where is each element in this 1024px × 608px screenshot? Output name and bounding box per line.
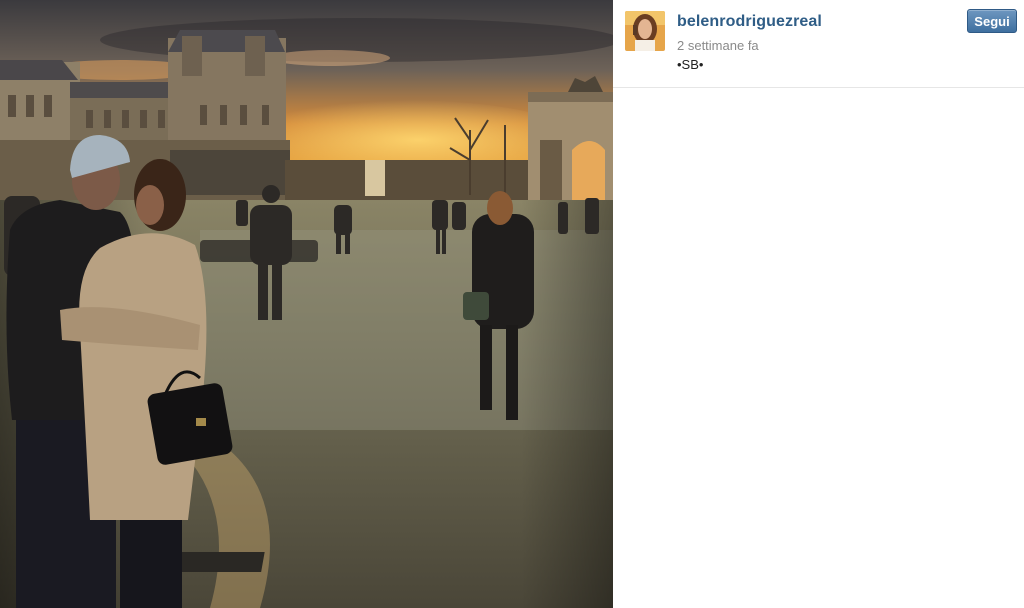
post-header: belenrodriguezreal 2 settimane fa •SB• S… [613, 0, 1024, 88]
instagram-post: belenrodriguezreal 2 settimane fa •SB• S… [0, 0, 1024, 608]
post-timestamp[interactable]: 2 settimane fa [677, 38, 759, 53]
follow-button[interactable]: Segui [967, 9, 1017, 33]
post-caption: •SB• [677, 57, 704, 72]
post-sidebar: belenrodriguezreal 2 settimane fa •SB• S… [613, 0, 1024, 608]
post-photo[interactable] [0, 0, 613, 608]
username-link[interactable]: belenrodriguezreal [677, 13, 822, 31]
photo-couple-louvre-sunset [0, 0, 613, 608]
avatar-image [625, 11, 665, 51]
avatar[interactable] [625, 11, 665, 51]
